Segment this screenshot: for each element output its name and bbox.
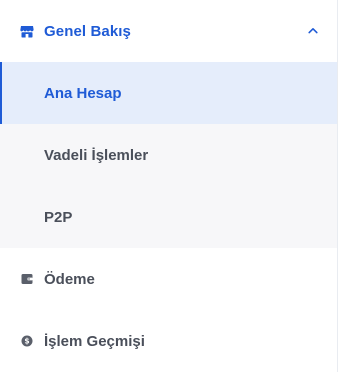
sidebar-subitem-p2p[interactable]: P2P [0,186,337,248]
sidebar: Genel Bakış Ana Hesap Vadeli İşlemler P2… [0,0,338,372]
storefront-icon [20,24,34,38]
sidebar-subitem-label: P2P [44,208,73,226]
sidebar-item-label: İşlem Geçmişi [44,332,145,350]
sidebar-subitem-main-account[interactable]: Ana Hesap [0,62,337,124]
sidebar-subitem-futures[interactable]: Vadeli İşlemler [0,124,337,186]
sidebar-subitem-label: Vadeli İşlemler [44,146,149,164]
sidebar-submenu: Ana Hesap Vadeli İşlemler P2P [0,62,337,248]
chevron-up-icon[interactable] [307,24,319,36]
sidebar-item-transaction-history[interactable]: $ İşlem Geçmişi [0,310,337,372]
sidebar-subitem-label: Ana Hesap [44,84,122,102]
sidebar-group-overview[interactable]: Genel Bakış [0,0,337,62]
sidebar-item-label: Ödeme [44,270,95,288]
wallet-icon [20,272,34,286]
sidebar-item-payment[interactable]: Ödeme [0,248,337,310]
svg-text:$: $ [24,337,29,346]
dollar-coin-icon: $ [20,334,34,348]
sidebar-group-label: Genel Bakış [44,22,131,40]
